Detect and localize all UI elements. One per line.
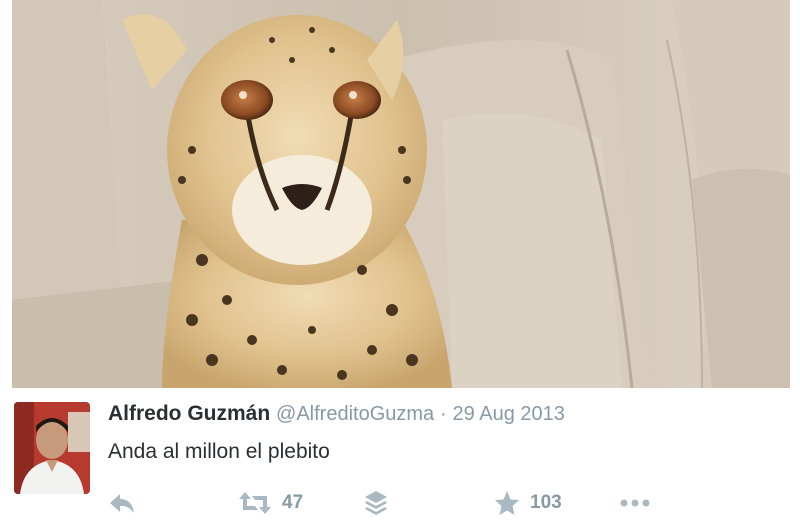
tweet-text: Anda al millon el plebito (108, 440, 330, 463)
reply-icon (110, 493, 134, 513)
more-icon (620, 499, 650, 506)
tweet-date[interactable]: 29 Aug 2013 (453, 403, 565, 425)
tweet-header: Alfredo Guzmán @AlfreditoGuzma · 29 Aug … (108, 399, 565, 429)
reply-button[interactable] (108, 485, 136, 520)
tweet-actions: 47 103 (0, 485, 800, 520)
favorite-count: 103 (530, 491, 562, 513)
avatar[interactable] (14, 402, 90, 494)
separator: · (440, 403, 447, 425)
author-name[interactable]: Alfredo Guzmán (108, 402, 270, 425)
more-button[interactable] (620, 485, 650, 520)
tweet-photo[interactable] (12, 0, 790, 388)
star-icon (495, 490, 519, 515)
retweet-icon (239, 491, 271, 514)
retweet-button[interactable]: 47 (238, 485, 303, 520)
profile-photo (14, 402, 90, 494)
favorite-button[interactable]: 103 (494, 485, 562, 520)
author-handle[interactable]: @AlfreditoGuzma (276, 403, 434, 425)
cheetah-cub-photo (12, 0, 790, 388)
retweet-count: 47 (282, 491, 304, 513)
layers-icon (365, 490, 387, 515)
buffer-button[interactable] (364, 485, 388, 520)
